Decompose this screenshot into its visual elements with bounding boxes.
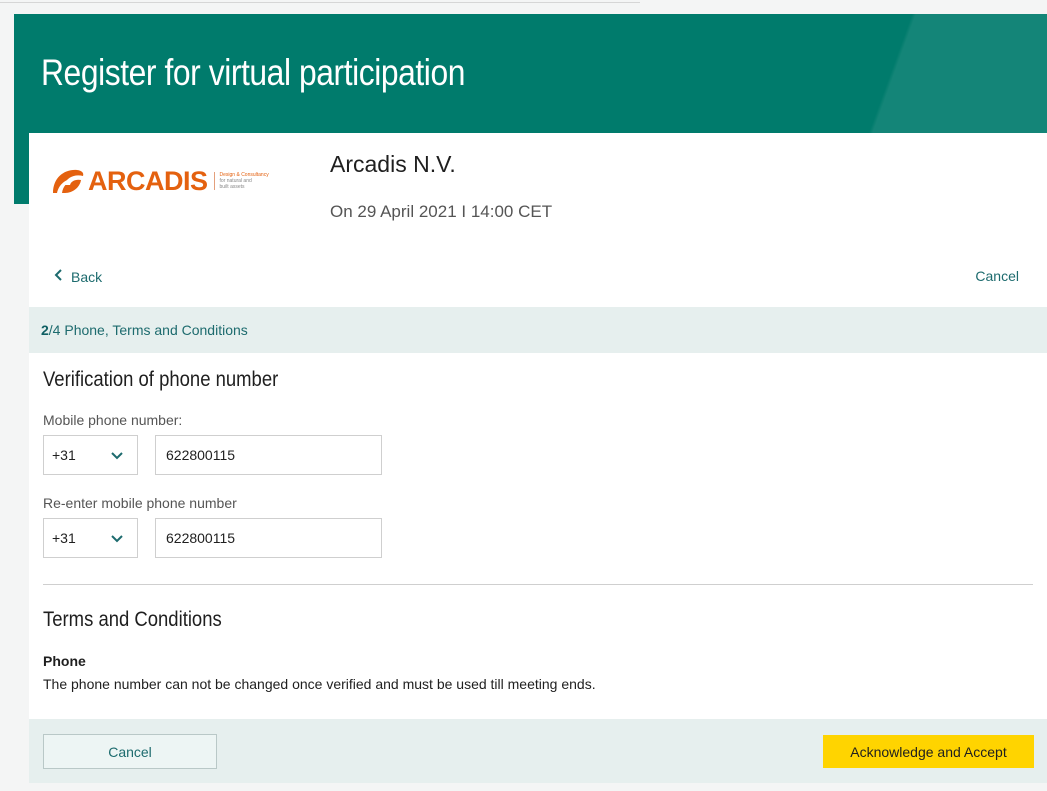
country-code-select[interactable]: +31: [43, 435, 138, 475]
event-date: On 29 April 2021 I 14:00 CET: [330, 202, 553, 221]
cancel-link[interactable]: Cancel: [975, 268, 1019, 284]
back-button[interactable]: Back: [54, 268, 102, 286]
action-footer: Cancel Acknowledge and Accept: [29, 719, 1047, 783]
country-code-value: +31: [52, 530, 76, 546]
logo-wordmark: ARCADIS: [88, 165, 208, 196]
acknowledge-accept-button[interactable]: Acknowledge and Accept: [823, 735, 1034, 768]
cancel-button[interactable]: Cancel: [43, 734, 217, 769]
back-label: Back: [71, 269, 103, 285]
terms-title: Terms and Conditions: [43, 608, 222, 631]
logo-tagline-line: built assets: [219, 184, 245, 190]
top-divider: [0, 2, 640, 3]
reenter-country-code-select[interactable]: +31: [43, 518, 138, 558]
terms-phone-heading: Phone: [43, 653, 86, 669]
section-divider: [43, 584, 1033, 585]
reenter-phone-label: Re-enter mobile phone number: [43, 495, 237, 511]
chevron-down-icon: [111, 452, 123, 460]
company-name: Arcadis N.V.: [330, 151, 456, 177]
verification-title: Verification of phone number: [43, 368, 279, 391]
chevron-down-icon: [111, 535, 123, 543]
registration-card: ARCADIS Design & Consultancy for natural…: [29, 133, 1047, 783]
page-title: Register for virtual participation: [41, 52, 465, 93]
terms-phone-text: The phone number can not be changed once…: [43, 676, 596, 692]
step-current: 2: [41, 322, 49, 338]
country-code-value: +31: [52, 447, 76, 463]
chevron-left-icon: [54, 268, 63, 286]
arcadis-logo-icon: [53, 169, 84, 193]
step-indicator: 2/4 Phone, Terms and Conditions: [29, 307, 1047, 353]
arcadis-logo: ARCADIS Design & Consultancy for natural…: [51, 163, 274, 199]
mobile-phone-label: Mobile phone number:: [43, 412, 183, 428]
logo-tagline: Design & Consultancy for natural and bui…: [213, 172, 274, 190]
step-label: /4 Phone, Terms and Conditions: [48, 322, 248, 338]
reenter-phone-input[interactable]: [155, 518, 382, 558]
mobile-phone-input[interactable]: [155, 435, 382, 475]
